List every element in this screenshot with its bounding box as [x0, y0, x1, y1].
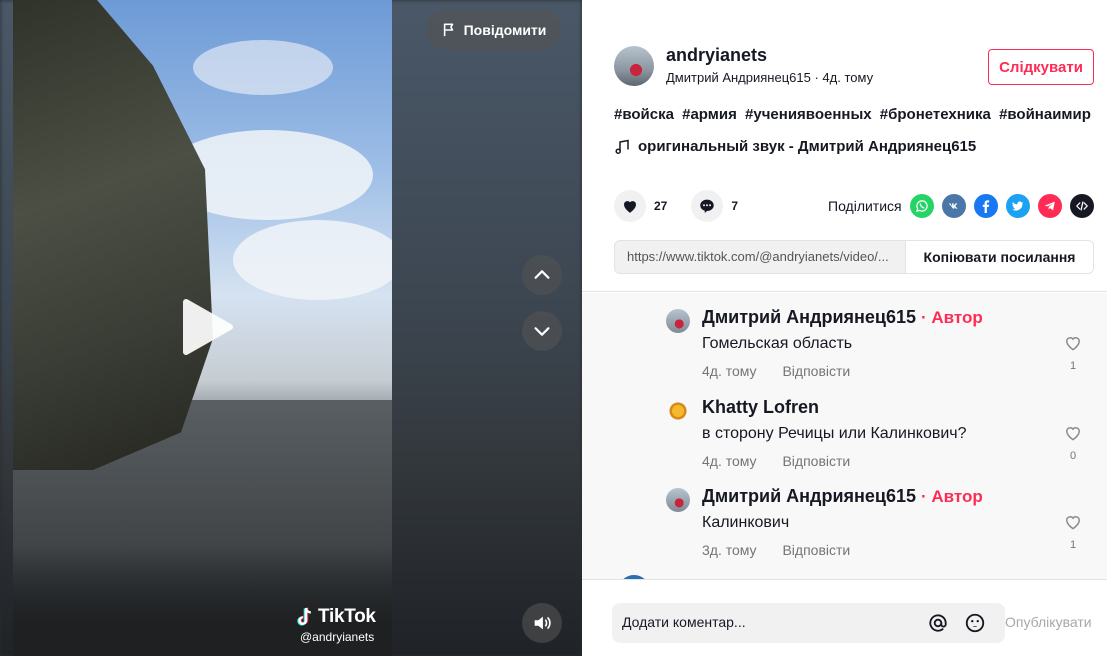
author-badge: · Автор — [921, 308, 983, 327]
play-icon[interactable] — [180, 298, 234, 356]
commenter-name[interactable]: Дмитрий Андриянец615 — [702, 307, 916, 327]
flag-icon — [443, 23, 453, 37]
hashtag-link[interactable]: #бронетехника — [880, 106, 991, 123]
music-title: оригинальный звук - Дмитрий Андриянец615 — [638, 138, 977, 155]
report-label: Повідомити — [463, 22, 547, 38]
comment-input[interactable]: Додати коментар... — [612, 603, 1005, 643]
video-info-header: andryianets Дмитрий Андриянец615 · 4д. т… — [582, 0, 1107, 292]
author-avatar[interactable] — [614, 46, 654, 86]
hashtag-link[interactable]: #армия — [682, 106, 737, 123]
video-link-box: https://www.tiktok.com/@andryianets/vide… — [614, 240, 1094, 274]
commenter-name[interactable]: Дмитрий Андриянец615 — [702, 486, 916, 506]
comment-like-count: 1 — [1069, 360, 1077, 372]
chevron-up-icon — [534, 270, 550, 279]
video-cloud — [233, 220, 392, 300]
report-button[interactable]: Повідомити — [426, 10, 562, 50]
comment-like-button[interactable]: 1 — [1062, 512, 1084, 551]
commenter-avatar[interactable] — [666, 399, 690, 423]
hashtag-list: #войска #армия #учениявоенных #бронетехн… — [614, 106, 1095, 123]
video-url-field[interactable]: https://www.tiktok.com/@andryianets/vide… — [615, 241, 905, 273]
heart-icon — [624, 201, 636, 213]
author-badge: · Автор — [921, 487, 983, 506]
hashtag-link[interactable]: #учениявоенных — [745, 106, 872, 123]
video-player[interactable]: Повідомити TikTok @andryianets — [0, 0, 582, 656]
comment-time: 3д. тому — [702, 542, 757, 558]
comment-list[interactable]: Дмитрий Андриянец615 · Автор Гомельская … — [582, 293, 1107, 579]
tiktok-logo-icon — [297, 607, 311, 626]
comment-count: 7 — [731, 199, 739, 213]
twitter-share-icon[interactable] — [1006, 194, 1030, 218]
heart-outline-icon — [1065, 516, 1081, 530]
music-note-icon — [615, 139, 629, 154]
like-button[interactable] — [614, 190, 646, 222]
comment-button[interactable] — [691, 190, 724, 222]
whatsapp-share-icon[interactable] — [910, 194, 934, 218]
next-video-button[interactable] — [522, 311, 562, 351]
author-separator: · — [810, 70, 823, 85]
watermark-logo-text: TikTok — [318, 606, 376, 627]
previous-video-button[interactable] — [522, 255, 562, 295]
comment-placeholder: Додати коментар... — [622, 614, 746, 630]
embed-code-icon[interactable] — [1070, 194, 1094, 218]
heart-outline-icon — [1065, 427, 1081, 441]
reply-link[interactable]: Відповісти — [782, 363, 850, 379]
details-panel: andryianets Дмитрий Андриянец615 · 4д. т… — [582, 0, 1107, 656]
telegram-share-icon[interactable] — [1038, 194, 1062, 218]
music-link[interactable]: оригинальный звук - Дмитрий Андриянец615 — [614, 138, 976, 155]
comment-meta: 3д. тому Відповісти — [702, 542, 850, 558]
comment-like-count: 0 — [1069, 450, 1077, 462]
speaker-icon — [534, 616, 551, 630]
share-label: Поділитися — [828, 198, 902, 214]
commenter-avatar[interactable] — [666, 309, 690, 333]
post-date: 4д. тому — [822, 70, 874, 85]
comment-like-button[interactable]: 1 — [1062, 333, 1084, 372]
comment-meta: 4д. тому Відповісти — [702, 453, 850, 469]
author-subline: Дмитрий Андриянец615 · 4д. тому — [666, 70, 873, 85]
volume-button[interactable] — [522, 603, 562, 643]
comment-meta: 4д. тому Відповісти — [702, 363, 850, 379]
comment-text: в сторону Речицы или Калинкович? — [702, 425, 967, 442]
comment-time: 4д. тому — [702, 453, 757, 469]
watermark-logo: TikTok — [296, 606, 376, 628]
reply-link[interactable]: Відповісти — [782, 453, 850, 469]
emoji-icon[interactable] — [964, 612, 986, 634]
hashtag-link[interactable]: #войска — [614, 106, 674, 123]
tiktok-watermark: TikTok @andryianets — [296, 606, 376, 644]
comment-composer: Додати коментар... Опублікувати — [582, 579, 1107, 656]
vk-share-icon[interactable] — [942, 194, 966, 218]
comment-text: Калинкович — [702, 514, 790, 531]
video-cloud — [193, 40, 333, 95]
commenter-name-row: Дмитрий Андриянец615 · Автор — [702, 307, 983, 328]
facebook-share-icon[interactable] — [974, 194, 998, 218]
copy-link-button[interactable]: Копіювати посилання — [905, 241, 1093, 273]
author-display-name[interactable]: Дмитрий Андриянец615 — [666, 70, 811, 85]
commenter-name-row: Khatty Lofren — [702, 397, 819, 418]
post-comment-button[interactable]: Опублікувати — [1005, 614, 1092, 630]
comment-icon — [700, 199, 715, 214]
chevron-down-icon — [534, 327, 550, 336]
watermark-username: @andryianets — [300, 630, 375, 644]
author-username[interactable]: andryianets — [666, 45, 767, 66]
comment-text: Гомельская область — [702, 335, 853, 352]
comment-like-button[interactable]: 0 — [1062, 423, 1084, 462]
commenter-name-row: Дмитрий Андриянец615 · Автор — [702, 486, 983, 507]
heart-outline-icon — [1065, 337, 1081, 351]
comment-like-count: 1 — [1069, 539, 1077, 551]
comment-time: 4д. тому — [702, 363, 757, 379]
mention-icon[interactable] — [927, 612, 949, 634]
reply-link[interactable]: Відповісти — [782, 542, 850, 558]
follow-button[interactable]: Слідкувати — [988, 49, 1094, 85]
like-count: 27 — [654, 199, 668, 213]
commenter-name[interactable]: Khatty Lofren — [702, 397, 819, 417]
hashtag-link[interactable]: #войнаимир — [999, 106, 1091, 123]
share-icons — [910, 194, 1094, 218]
engagement-row: 27 7 — [614, 190, 738, 222]
commenter-avatar[interactable] — [666, 488, 690, 512]
